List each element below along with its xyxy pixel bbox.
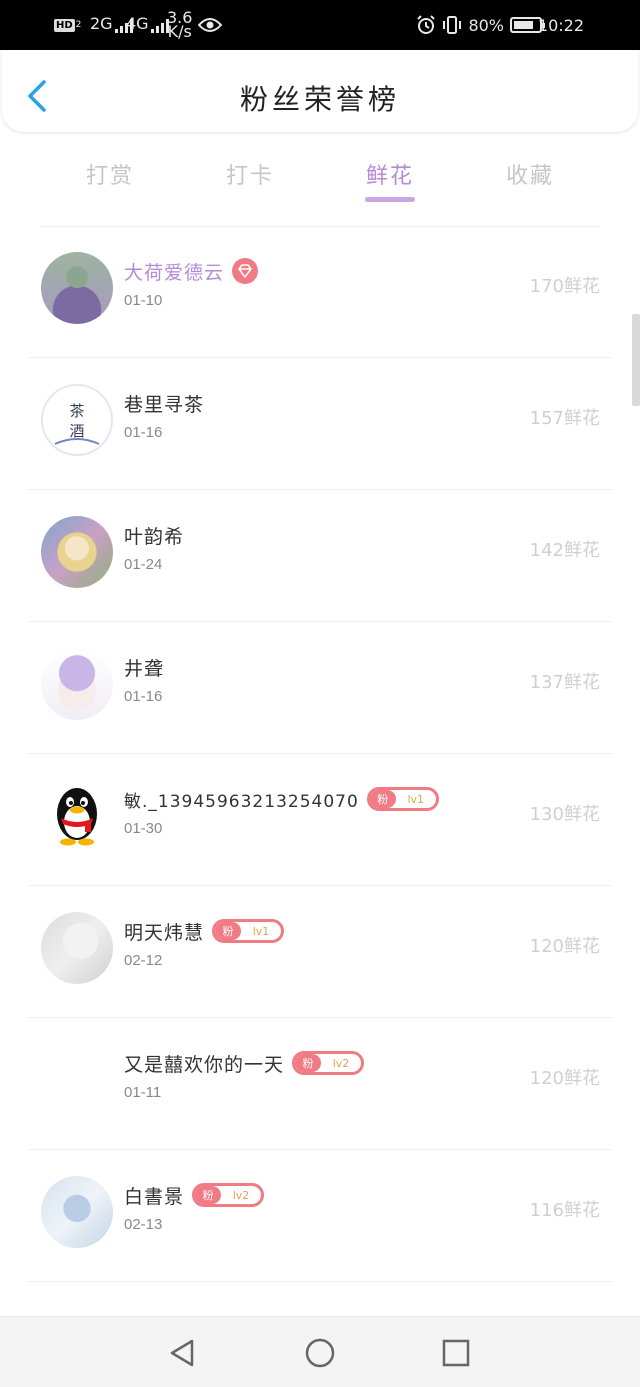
flower-count: 142鲜花 — [529, 540, 600, 561]
avatar[interactable] — [41, 1176, 113, 1248]
fan-date: 02-13 — [124, 1216, 163, 1233]
tab-reward[interactable]: 打赏 — [60, 158, 160, 190]
flower-count: 120鲜花 — [529, 936, 600, 957]
speed-unit: K/s — [167, 22, 192, 41]
fan-level-badge: 粉 lv2 — [192, 1183, 265, 1207]
vibrate-icon — [443, 16, 462, 34]
fan-badge-label: 粉 — [295, 1054, 322, 1072]
fan-date: 01-16 — [124, 688, 163, 705]
net-4g-label: 4G — [126, 14, 149, 33]
nav-home-button[interactable] — [304, 1337, 336, 1369]
fan-badge-level: lv2 — [332, 1056, 350, 1070]
fan-badge-label: 粉 — [369, 790, 396, 808]
app-header: 粉丝荣誉榜 — [2, 50, 638, 132]
flower-count: 170鲜花 — [529, 276, 600, 297]
fan-name: 巷里寻茶 — [124, 393, 205, 416]
fan-badge-level: lv1 — [407, 792, 425, 806]
status-bar: HD 2 2G 4G 3.6 K/s 80% 10:22 — [0, 0, 640, 50]
nav-back-button[interactable] — [166, 1337, 198, 1369]
fan-badge-level: lv2 — [232, 1188, 250, 1202]
fan-date: 01-24 — [124, 556, 163, 573]
avatar[interactable] — [41, 1044, 113, 1116]
active-tab-indicator — [365, 197, 415, 202]
hd-label: HD — [54, 18, 75, 32]
flower-count: 130鲜花 — [529, 804, 600, 825]
tab-favorites[interactable]: 收藏 — [480, 158, 580, 190]
flower-count: 137鲜花 — [529, 672, 600, 693]
scrollbar-thumb[interactable] — [632, 314, 640, 406]
fan-name: 井聋 — [124, 657, 165, 680]
avatar[interactable] — [41, 516, 113, 588]
list-item[interactable]: 井聋 01-16 137鲜花 — [0, 622, 640, 754]
list-item[interactable]: 大荷爱德云 01-10 170鲜花 — [0, 226, 640, 358]
fan-date: 02-12 — [124, 952, 163, 969]
tab-checkin[interactable]: 打卡 — [200, 158, 300, 190]
alarm-icon — [417, 15, 436, 34]
fan-date: 01-10 — [124, 292, 163, 309]
svg-text:茶: 茶 — [69, 402, 84, 420]
fan-date: 01-16 — [124, 424, 163, 441]
fan-badge-label: 粉 — [195, 1186, 222, 1204]
avatar[interactable] — [41, 912, 113, 984]
flower-count: 157鲜花 — [529, 408, 600, 429]
fan-name: 明天炜慧 — [124, 921, 205, 944]
avatar[interactable] — [41, 252, 113, 324]
hd-sub: 2 — [75, 20, 82, 30]
fan-level-badge: 粉 lv1 — [366, 787, 439, 811]
fan-date: 01-11 — [124, 1084, 162, 1101]
clock: 10:22 — [537, 15, 584, 35]
battery-percent: 80% — [468, 15, 504, 35]
nav-recents-button[interactable] — [440, 1337, 472, 1369]
row-divider — [28, 1281, 612, 1282]
svg-text:酒: 酒 — [69, 422, 84, 440]
net-2g-label: 2G — [90, 14, 113, 33]
list-item[interactable]: 又是囍欢你的一天 粉 lv2 01-11 120鲜花 — [0, 1018, 640, 1150]
network-speed: 3.6 K/s — [167, 0, 192, 50]
triangle-back-icon — [170, 1339, 194, 1367]
list-item[interactable]: 叶韵希 01-24 142鲜花 — [0, 490, 640, 622]
flower-count: 116鲜花 — [529, 1200, 600, 1221]
list-item[interactable]: 明天炜慧 粉 lv1 02-12 120鲜花 — [0, 886, 640, 1018]
avatar[interactable] — [41, 780, 113, 852]
fan-level-badge: 粉 lv1 — [212, 919, 285, 943]
page-title: 粉丝荣誉榜 — [239, 83, 400, 116]
tab-bar: 打赏 打卡 鲜花 收藏 — [0, 140, 640, 210]
list-item[interactable]: 敏._13945963213254070 粉 lv1 01-30 130鲜花 — [0, 754, 640, 886]
fan-badge-label: 粉 — [215, 922, 242, 940]
list-item[interactable]: 茶酒 巷里寻茶 01-16 157鲜花 — [0, 358, 640, 490]
signal-4g-icon: 4G — [126, 0, 169, 50]
fan-name: 又是囍欢你的一天 — [124, 1053, 285, 1076]
eye-comfort-icon — [198, 0, 222, 50]
fan-name: 白書景 — [124, 1185, 185, 1208]
penguin-icon — [57, 788, 97, 846]
fan-level-badge: 粉 lv2 — [292, 1051, 365, 1075]
avatar[interactable] — [41, 648, 113, 720]
fan-date: 01-30 — [124, 820, 163, 837]
fan-name: 叶韵希 — [124, 525, 185, 548]
avatar[interactable]: 茶酒 — [41, 384, 113, 456]
flower-count: 120鲜花 — [529, 1068, 600, 1089]
fan-name: 大荷爱德云 — [124, 261, 225, 284]
list-item[interactable]: 白書景 粉 lv2 02-13 116鲜花 — [0, 1150, 640, 1282]
fan-name: 敏._13945963213254070 — [124, 791, 359, 812]
tab-flowers[interactable]: 鲜花 — [340, 158, 440, 190]
square-recents-icon — [442, 1339, 470, 1367]
status-right-group: 80% — [416, 0, 545, 50]
system-nav-bar — [0, 1316, 640, 1387]
fan-badge-level: lv1 — [252, 924, 270, 938]
hd-indicator: HD 2 — [54, 0, 81, 50]
circle-home-icon — [305, 1338, 335, 1368]
diamond-icon — [232, 258, 259, 284]
